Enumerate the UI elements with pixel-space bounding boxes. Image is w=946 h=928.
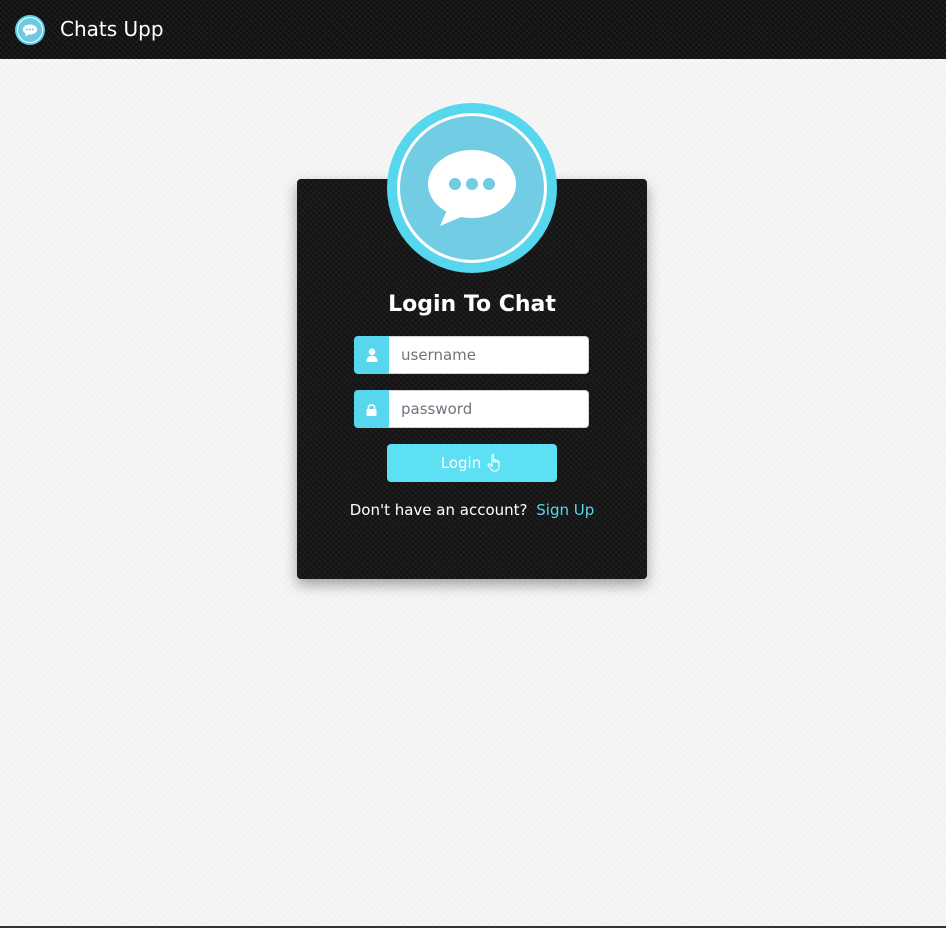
username-input[interactable] <box>389 336 589 374</box>
chat-avatar <box>387 103 557 273</box>
avatar-core <box>400 116 544 260</box>
app-title[interactable]: Chats Upp <box>60 16 164 42</box>
password-input[interactable] <box>389 390 589 428</box>
login-button-label: Login <box>440 454 482 472</box>
signup-prompt-row: Don't have an account? Sign Up <box>297 500 647 520</box>
top-navbar: Chats Upp <box>0 0 946 59</box>
hand-pointer-icon <box>487 454 500 472</box>
username-input-group <box>354 336 589 374</box>
avatar-ring <box>397 113 547 263</box>
signup-link[interactable]: Sign Up <box>536 501 594 519</box>
user-icon <box>354 336 389 374</box>
signup-prompt: Don't have an account? <box>349 501 528 519</box>
password-input-group <box>354 390 589 428</box>
chat-bubble-icon <box>428 150 516 226</box>
login-button[interactable]: Login <box>387 444 557 482</box>
lock-icon <box>354 390 389 428</box>
chat-bubble-icon[interactable] <box>15 15 45 45</box>
login-heading: Login To Chat <box>388 292 556 317</box>
